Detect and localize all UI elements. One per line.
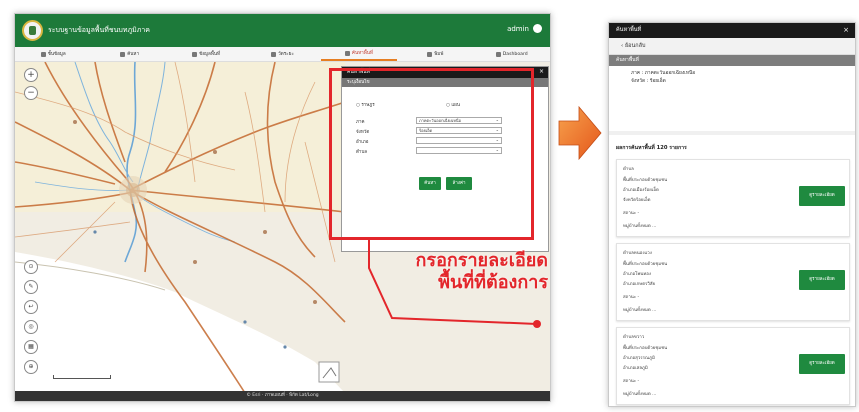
menu-item-dashboard[interactable]: Dashboard: [474, 47, 550, 61]
back-link[interactable]: ‹ ย้อนกลับ: [609, 38, 855, 55]
criteria-title: ค้นหาพื้นที่: [609, 55, 855, 66]
search-icon: [120, 51, 126, 57]
result-line: ตำบล: [623, 167, 634, 172]
ruler-icon: [271, 51, 277, 57]
result-line: อำเภอเสลภูมิ: [623, 366, 648, 371]
result-line: พื้นที่ประกอบด้วยชุมชน: [623, 178, 668, 183]
result-line: พื้นที่ประกอบด้วยชุมชน: [623, 346, 668, 351]
back-icon[interactable]: ↩: [24, 300, 38, 314]
map-status-bar: © Esri · ภาพแผนที่ · พิกัด Lat/Long: [15, 391, 550, 401]
globe-icon[interactable]: ⊕: [24, 360, 38, 374]
main-menu: ชั้นข้อมูล ค้นหา ข้อมูลพื้นที่ วัดระยะ ค…: [15, 47, 550, 62]
callout-line-2: พื้นที่ที่ต้องการ: [438, 272, 548, 293]
divider: [609, 131, 855, 135]
close-icon[interactable]: ×: [539, 68, 544, 75]
result-line: อำเภอเมืองร้อยเอ็ด: [623, 188, 659, 193]
close-icon[interactable]: ×: [843, 23, 849, 38]
result-line: พื้นที่ประกอบด้วยชุมชน: [623, 262, 668, 267]
result-line: อำเภอสุวรรณภูมิ: [623, 356, 655, 361]
menu-item-measure[interactable]: วัดระยะ: [244, 47, 320, 61]
zoom-in-button[interactable]: +: [24, 68, 38, 82]
detail-button[interactable]: ดูรายละเอียด: [799, 354, 845, 374]
draw-icon[interactable]: ✎: [24, 280, 38, 294]
map-search-icon: [344, 50, 350, 56]
result-panel-title: ค้นหาพื้นที่ ×: [609, 23, 855, 38]
target-icon[interactable]: ◎: [24, 320, 38, 334]
result-line: จังหวัดร้อยเอ็ด: [623, 198, 651, 203]
criteria-item: จังหวัด : ร้อยเอ็ด: [631, 79, 666, 84]
print-icon: [427, 51, 433, 57]
app-logo-icon[interactable]: [22, 20, 43, 41]
criteria-item: ภาค : ภาคตะวันออกเฉียงเหนือ: [631, 71, 696, 76]
result-card: ตำบลหนองแวง พื้นที่ประกอบด้วยชุมชน อำเภอ…: [616, 243, 850, 321]
back-label: ย้อนกลับ: [624, 43, 646, 49]
zoom-out-button[interactable]: −: [24, 86, 38, 100]
grid-icon[interactable]: ▦: [24, 340, 38, 354]
menu-item-search[interactable]: ค้นหา: [91, 47, 167, 61]
result-line: หมู่บ้านทั้งหมด ...: [623, 392, 657, 397]
detail-button[interactable]: ดูรายละเอียด: [799, 186, 845, 206]
search-result-panel: ค้นหาพื้นที่ × ‹ ย้อนกลับ ค้นหาพื้นที่ ภ…: [608, 22, 856, 407]
transition-arrow-icon: [558, 105, 602, 161]
menu-item-label: วัดระยะ: [278, 51, 294, 57]
result-line: สถานะ -: [623, 295, 640, 300]
menu-item-label: Dashboard: [502, 51, 528, 57]
app-title: ระบบฐานข้อมูลพื้นที่ชนบทภูมิภาค: [48, 26, 150, 34]
info-icon: [192, 51, 198, 57]
menu-item-layers[interactable]: ชั้นข้อมูล: [15, 47, 91, 61]
result-card: ตำบล พื้นที่ประกอบด้วยชุมชน อำเภอเมืองร้…: [616, 159, 850, 237]
highlight-box: [329, 68, 534, 240]
menu-item-label: ค้นหาพื้นที่: [351, 50, 373, 56]
result-line: อำเภอโพนทอง: [623, 272, 652, 277]
result-line: สถานะ -: [623, 379, 640, 384]
map-scale-bar: [53, 375, 111, 379]
layers-icon: [40, 51, 46, 57]
result-line: สถานะ -: [623, 211, 640, 216]
user-icon[interactable]: [533, 24, 542, 33]
menu-item-label: พิมพ์: [434, 51, 444, 57]
user-name: admin: [507, 24, 529, 33]
result-panel-title-text: ค้นหาพื้นที่: [616, 27, 642, 33]
result-count-heading: ผลการค้นหาพื้นที่ 120 รายการ: [616, 145, 687, 151]
app-header: ระบบฐานข้อมูลพื้นที่ชนบทภูมิภาค admin: [15, 14, 550, 47]
result-line: ตำบลหนองแวง: [623, 251, 652, 256]
dashboard-icon: [495, 51, 501, 57]
menu-item-print[interactable]: พิมพ์: [397, 47, 473, 61]
menu-item-area-info[interactable]: ข้อมูลพื้นที่: [168, 47, 244, 61]
composite-screenshot: ระบบฐานข้อมูลพื้นที่ชนบทภูมิภาค admin ชั…: [0, 0, 859, 412]
result-line: อำเภอเกษตรวิสัย: [623, 282, 656, 287]
menu-item-area-search[interactable]: ค้นหาพื้นที่: [320, 47, 398, 61]
result-line: หมู่บ้านทั้งหมด ...: [623, 224, 657, 229]
result-line: ตำบลขวาว: [623, 335, 645, 340]
detail-button[interactable]: ดูรายละเอียด: [799, 270, 845, 290]
callout-line-1: กรอกรายละเอียด: [415, 250, 549, 271]
user-menu[interactable]: admin: [507, 24, 542, 33]
menu-item-label: ชั้นข้อมูล: [47, 51, 66, 57]
criteria-list: ภาค : ภาคตะวันออกเฉียงเหนือ จังหวัด : ร้…: [609, 66, 855, 104]
menu-item-label: ค้นหา: [127, 51, 140, 57]
locate-icon[interactable]: ⊙: [24, 260, 38, 274]
result-line: หมู่บ้านทั้งหมด ...: [623, 308, 657, 313]
result-card: ตำบลขวาว พื้นที่ประกอบด้วยชุมชน อำเภอสุว…: [616, 327, 850, 405]
callout-text: กรอกรายละเอียด พื้นที่ที่ต้องการ: [352, 250, 549, 294]
menu-item-label: ข้อมูลพื้นที่: [199, 51, 221, 57]
